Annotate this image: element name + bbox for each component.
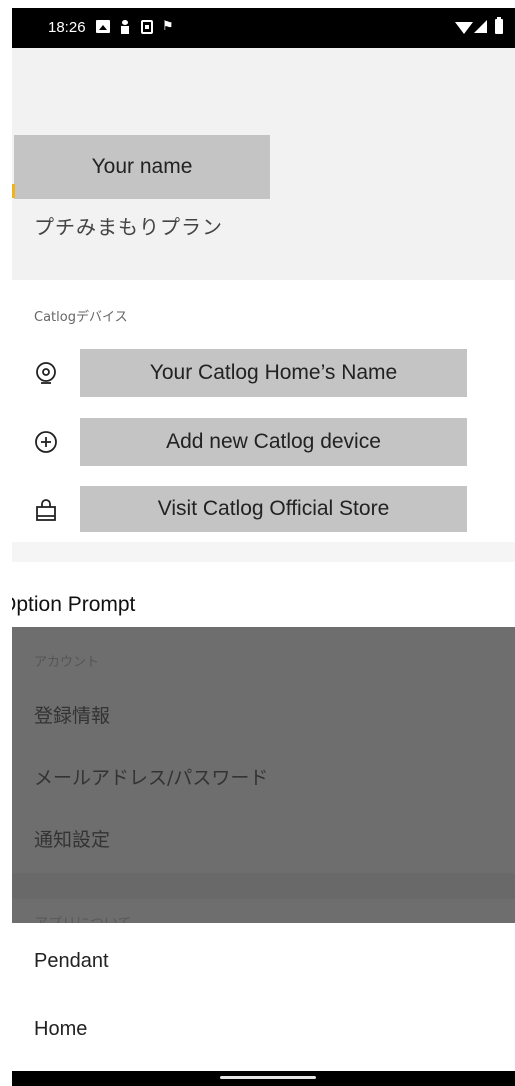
visit-store-button[interactable]: Visit Catlog Official Store — [80, 486, 467, 532]
wifi-icon — [455, 22, 473, 34]
option-home[interactable]: Home — [34, 1018, 87, 1041]
plan-name: プチみまもりプラン — [34, 215, 223, 239]
app-section-label-partial: アプリについて — [34, 913, 174, 923]
option-pendant[interactable]: Pendant — [34, 950, 109, 973]
menu-item-registration-info: 登録情報 — [34, 705, 111, 727]
status-bar: 18:26 ⚑ — [12, 8, 515, 48]
device-row-add[interactable]: Add new Catlog device — [12, 418, 515, 466]
device-row-store[interactable]: Visit Catlog Official Store — [12, 486, 515, 532]
add-circle-icon — [35, 431, 57, 453]
status-time: 18:26 — [48, 19, 86, 36]
devices-section-label: Catlogデバイス — [34, 310, 128, 325]
signal-icon — [474, 20, 487, 33]
navigation-bar — [12, 1071, 515, 1086]
image-icon — [96, 20, 110, 33]
account-section-label: アカウント — [34, 655, 100, 670]
dim-section-divider — [12, 873, 515, 899]
shopping-bag-icon — [36, 499, 56, 521]
device-home-button[interactable]: Your Catlog Home’s Name — [80, 349, 467, 397]
sim-icon — [141, 20, 153, 34]
battery-icon — [495, 17, 503, 34]
home-gesture-handle[interactable] — [220, 1076, 316, 1079]
device-row-home[interactable]: Your Catlog Home’s Name — [12, 349, 515, 397]
person-icon — [120, 20, 130, 34]
flag-icon: ⚑ — [162, 19, 174, 34]
catlog-home-icon — [36, 362, 56, 384]
add-device-button[interactable]: Add new Catlog device — [80, 418, 467, 466]
option-prompt-title: Option Prompt — [12, 593, 136, 616]
user-name[interactable]: Your name — [14, 135, 270, 199]
option-sheet: Pendant Home — [12, 923, 515, 1071]
section-divider — [12, 542, 515, 562]
menu-item-email-password: メールアドレス/パスワード — [34, 767, 269, 789]
dimmed-account-section[interactable]: アカウント 登録情報 メールアドレス/パスワード 通知設定 アプリについて — [12, 627, 515, 923]
accent-mark — [12, 184, 15, 198]
app-screen: 18:26 ⚑ Your name プチみまもりプラン Catlogデバイス Y… — [12, 8, 515, 1086]
menu-item-notification-settings: 通知設定 — [34, 829, 111, 851]
profile-header: Your name プチみまもりプラン — [12, 48, 515, 280]
